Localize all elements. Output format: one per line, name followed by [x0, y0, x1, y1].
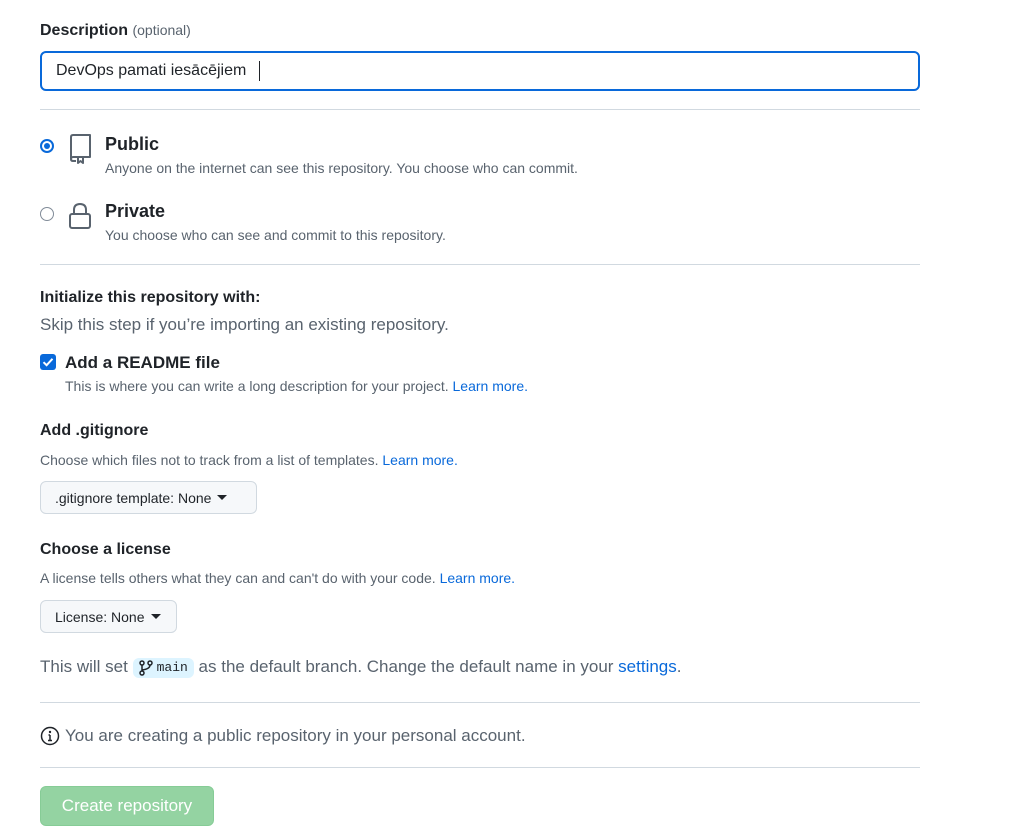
readme-desc-text: This is where you can write a long descr… [65, 378, 449, 394]
chevron-down-icon [150, 614, 161, 619]
info-icon [40, 726, 60, 746]
branch-end: . [676, 657, 682, 676]
gitignore-learn-more-link[interactable]: Learn more. [382, 452, 457, 468]
readme-checkbox[interactable] [40, 354, 56, 370]
info-message: You are creating a public repository in … [65, 726, 526, 745]
branch-name: main [156, 660, 188, 676]
divider [40, 264, 920, 265]
optional-hint: (optional) [132, 22, 191, 38]
lock-icon [69, 202, 91, 229]
init-subtitle: Skip this step if you’re importing an ex… [40, 315, 449, 334]
gitignore-template-button[interactable]: .gitignore template: None [40, 481, 257, 514]
public-title: Public [105, 134, 160, 154]
public-description: Anyone on the internet can see this repo… [105, 160, 578, 176]
license-button-label: License: None [55, 608, 145, 625]
branch-name-badge: main [132, 657, 194, 678]
public-radio[interactable] [40, 139, 54, 153]
settings-link[interactable]: settings [618, 657, 677, 676]
gitignore-desc-text: Choose which files not to track from a l… [40, 452, 379, 468]
description-label: Description (optional) [40, 22, 191, 40]
readme-learn-more-link[interactable]: Learn more. [453, 378, 528, 394]
private-radio[interactable] [40, 207, 54, 221]
create-repository-button[interactable]: Create repository [40, 786, 214, 826]
description-label-text: Description [40, 22, 129, 39]
license-button[interactable]: License: None [40, 600, 177, 633]
create-button-label: Create repository [61, 796, 193, 815]
branch-suffix: as the default branch. Change the defaul… [198, 657, 614, 676]
license-desc-text: A license tells others what they can and… [40, 570, 436, 586]
description-input[interactable] [40, 51, 920, 91]
branch-prefix: This will set [40, 657, 128, 676]
license-heading: Choose a license [40, 541, 171, 558]
check-icon [42, 358, 54, 367]
text-cursor [259, 61, 260, 81]
divider [40, 109, 920, 110]
divider [40, 767, 920, 768]
divider [40, 702, 920, 703]
license-description: A license tells others what they can and… [40, 570, 515, 586]
readme-label[interactable]: Add a README file [65, 353, 220, 373]
private-title: Private [105, 201, 166, 221]
chevron-down-icon [217, 495, 228, 500]
init-heading: Initialize this repository with: [40, 289, 261, 306]
default-branch-note: This will set main as the default branch… [40, 657, 682, 678]
gitignore-description: Choose which files not to track from a l… [40, 452, 458, 468]
readme-description: This is where you can write a long descr… [65, 378, 528, 394]
private-description: You choose who can see and commit to thi… [105, 227, 446, 243]
repo-icon [70, 134, 91, 164]
license-learn-more-link[interactable]: Learn more. [440, 570, 515, 586]
git-branch-icon [138, 659, 153, 676]
gitignore-button-label: .gitignore template: None [55, 489, 212, 506]
gitignore-heading: Add .gitignore [40, 422, 149, 439]
